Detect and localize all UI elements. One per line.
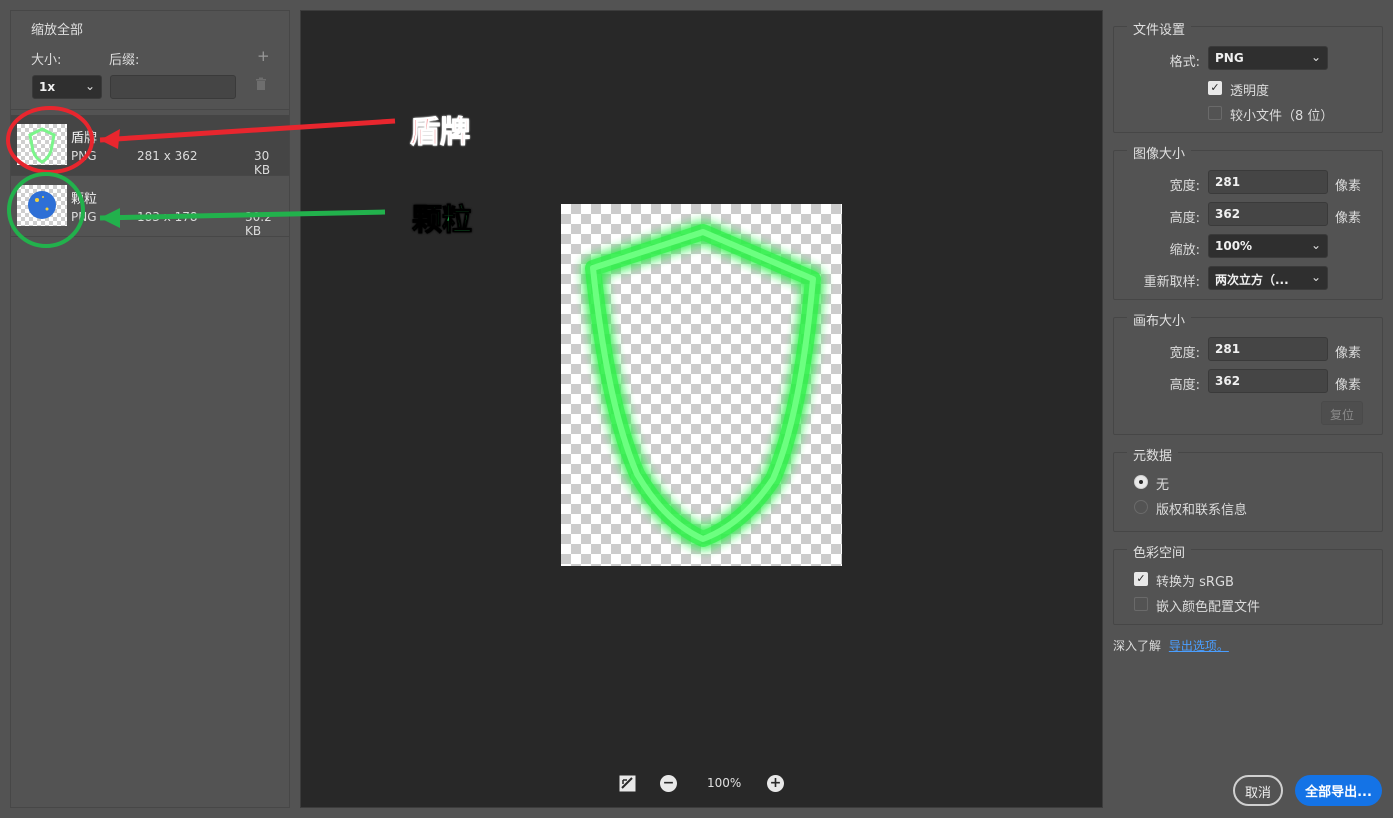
zoom-in-icon[interactable]: +: [767, 775, 784, 792]
particle-circle: [7, 172, 85, 248]
shield-arrow: [99, 118, 396, 143]
reset-button[interactable]: 复位: [1321, 401, 1363, 425]
export-options-link[interactable]: 导出选项。: [1169, 639, 1229, 653]
transparency-label: 透明度: [1230, 84, 1270, 99]
shield-annotation-label: 盾牌: [410, 115, 471, 151]
image-size-group: 图像大小 宽度: 281 像素 高度: 362 像素 缩放: 100% ⌄ 重新…: [1113, 143, 1383, 300]
format-select[interactable]: PNG ⌄: [1208, 46, 1328, 70]
metadata-copyright-radio[interactable]: [1134, 500, 1148, 514]
image-height-unit: 像素: [1335, 211, 1362, 226]
cancel-button[interactable]: 取消: [1233, 775, 1283, 806]
metadata-copyright-label: 版权和联系信息: [1156, 503, 1248, 518]
shield-circle: [6, 106, 94, 174]
image-width-label: 宽度:: [1169, 179, 1200, 194]
canvas-height-label: 高度:: [1169, 378, 1200, 393]
scale-select[interactable]: 100% ⌄: [1208, 234, 1328, 258]
canvas-width-input[interactable]: 281: [1208, 337, 1328, 361]
smaller-file-checkbox[interactable]: [1208, 106, 1222, 120]
metadata-group: 元数据 无 版权和联系信息: [1113, 445, 1383, 532]
format-label: 格式:: [1169, 55, 1200, 70]
smaller-file-label: 较小文件（8 位）: [1230, 109, 1334, 124]
chevron-down-icon: ⌄: [1310, 238, 1321, 252]
chevron-down-icon: ⌄: [1310, 50, 1321, 64]
resample-value: 两次立方（...: [1215, 273, 1289, 287]
particle-arrow: [99, 209, 386, 221]
zoom-level: 100%: [707, 776, 742, 790]
convert-srgb-checkbox[interactable]: ✓: [1134, 572, 1148, 586]
canvas-size-group: 画布大小 宽度: 281 像素 高度: 362 像素 复位: [1113, 310, 1383, 435]
embed-profile-checkbox[interactable]: [1134, 597, 1148, 611]
resample-label: 重新取样:: [1143, 275, 1200, 290]
particle-annotation-label: 颗粒: [412, 203, 473, 239]
file-settings-title: 文件设置: [1127, 19, 1192, 38]
image-size-title: 图像大小: [1127, 143, 1192, 162]
color-space-title: 色彩空间: [1127, 542, 1192, 561]
zoom-bar: − 100% +: [619, 773, 789, 793]
embed-profile-label: 嵌入颜色配置文件: [1156, 600, 1261, 615]
canvas-width-unit: 像素: [1335, 346, 1362, 361]
shield-arrowhead: [100, 129, 120, 149]
metadata-none-label: 无: [1156, 478, 1170, 493]
image-width-unit: 像素: [1335, 179, 1362, 194]
color-space-group: 色彩空间 ✓ 转换为 sRGB 嵌入颜色配置文件: [1113, 542, 1383, 625]
metadata-title: 元数据: [1127, 445, 1179, 464]
format-value: PNG: [1215, 51, 1244, 65]
metadata-none-radio[interactable]: [1134, 475, 1148, 489]
image-height-input[interactable]: 362: [1208, 202, 1328, 226]
export-all-button[interactable]: 全部导出...: [1295, 775, 1382, 806]
convert-srgb-label: 转换为 sRGB: [1156, 575, 1234, 590]
file-settings-group: 文件设置 格式: PNG ⌄ ✓ 透明度 较小文件（8 位）: [1113, 19, 1383, 133]
image-width-input[interactable]: 281: [1208, 170, 1328, 194]
scale-label: 缩放:: [1169, 243, 1200, 258]
scale-value: 100%: [1215, 239, 1253, 253]
shield-preview-image: [561, 204, 842, 566]
transparency-checkbox[interactable]: ✓: [1208, 81, 1222, 95]
zoom-out-icon[interactable]: −: [660, 775, 677, 792]
chevron-down-icon: ⌄: [1310, 270, 1321, 284]
image-height-label: 高度:: [1169, 211, 1200, 226]
learn-more-line: 深入了解 导出选项。: [1113, 637, 1229, 654]
canvas-size-title: 画布大小: [1127, 310, 1192, 329]
particle-arrowhead: [100, 208, 120, 228]
canvas-width-label: 宽度:: [1169, 346, 1200, 361]
learn-more-text: 深入了解: [1113, 639, 1162, 653]
canvas-height-unit: 像素: [1335, 378, 1362, 393]
fit-toggle-icon[interactable]: [619, 775, 636, 792]
canvas-height-input[interactable]: 362: [1208, 369, 1328, 393]
resample-select[interactable]: 两次立方（... ⌄: [1208, 266, 1328, 290]
